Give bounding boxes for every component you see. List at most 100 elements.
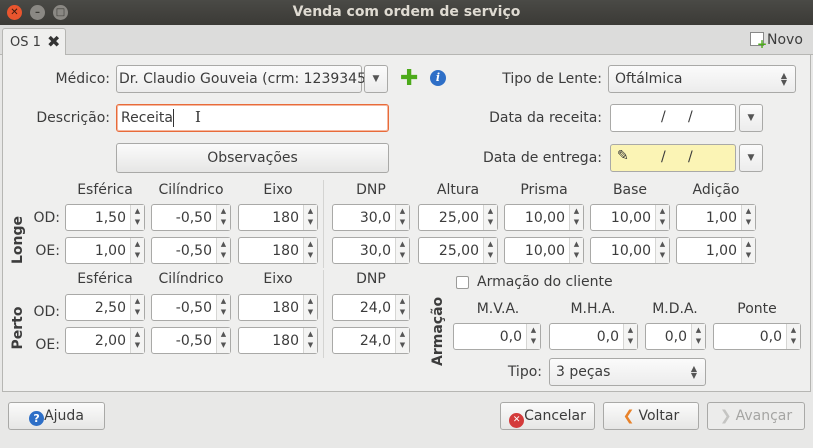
spinner-value: 180 — [272, 300, 299, 316]
spinner-arrows[interactable]: ▲ ▼ — [655, 205, 669, 230]
chevron-left-icon: ❮ — [622, 408, 635, 424]
avancar-label: Avançar — [735, 408, 793, 424]
spinner-arrows[interactable]: ▲ ▼ — [130, 295, 144, 320]
spinner-value: 1,00 — [94, 243, 126, 259]
longe-oe-base-spinner[interactable]: 10,00 ▲ ▼ — [590, 237, 670, 264]
longe-od-prisma-spinner[interactable]: 10,00 ▲ ▼ — [504, 204, 584, 231]
new-tab-button[interactable]: Novo — [750, 32, 803, 52]
window-title: Venda com ordem de serviço — [292, 4, 521, 20]
longe-oe-cilindrico-spinner[interactable]: -0,50 ▲ ▼ — [151, 237, 231, 264]
spinner-arrows[interactable]: ▲ ▼ — [303, 205, 317, 230]
spinner-arrows[interactable]: ▲ ▼ — [526, 324, 540, 349]
armacao-ponte-spinner[interactable]: 0,0 ▲ ▼ — [713, 323, 801, 350]
tipo-lente-value: Oftálmica — [615, 71, 683, 87]
spinner-arrows[interactable]: ▲ ▼ — [216, 238, 230, 263]
cancelar-button[interactable]: ✕ Cancelar — [500, 402, 595, 430]
spinner-arrows[interactable]: ▲ ▼ — [655, 238, 669, 263]
close-tab-icon[interactable]: ✖ — [47, 32, 60, 51]
spinner-arrows[interactable]: ▲ ▼ — [216, 205, 230, 230]
spinner-arrows[interactable]: ▲ ▼ — [786, 324, 800, 349]
longe-od-altura-spinner[interactable]: 25,00 ▲ ▼ — [418, 204, 498, 231]
tab-label: OS 1 — [10, 35, 41, 50]
data-entrega-dropdown-button[interactable]: ▼ — [739, 144, 763, 172]
info-icon[interactable]: i — [430, 70, 446, 86]
armacao-mha-spinner[interactable]: 0,0 ▲ ▼ — [549, 323, 638, 350]
ajuda-button[interactable]: ? Ajuda — [8, 402, 105, 430]
armacao-tipo-select[interactable]: 3 peças ▲ ▼ — [549, 358, 706, 386]
armacao-cliente-label: Armação do cliente — [477, 274, 613, 290]
armacao-cliente-checkbox[interactable] — [456, 276, 469, 289]
spinner-arrows[interactable]: ▲ ▼ — [130, 328, 144, 353]
perto-od-cilindrico-spinner[interactable]: -0,50 ▲ ▼ — [151, 294, 231, 321]
voltar-button[interactable]: ❮ Voltar — [603, 402, 699, 430]
spinner-arrows[interactable]: ▲ ▼ — [130, 238, 144, 263]
tab-os1[interactable]: OS 1 ✖ — [2, 28, 66, 56]
spinner-arrows[interactable]: ▲ ▼ — [691, 324, 705, 349]
tipo-lente-label: Tipo de Lente: — [502, 71, 602, 87]
spinner-arrows[interactable]: ▲ ▼ — [483, 238, 497, 263]
spinner-arrows[interactable]: ▲ ▼ — [741, 205, 755, 230]
longe-od-eixo-spinner[interactable]: 180 ▲ ▼ — [238, 204, 318, 231]
data-receita-input[interactable]: / / — [610, 104, 736, 132]
longe-od-cilindrico-spinner[interactable]: -0,50 ▲ ▼ — [151, 204, 231, 231]
ibeam-cursor-icon: I — [195, 108, 201, 126]
longe-oe-adicao-spinner[interactable]: 1,00 ▲ ▼ — [676, 237, 756, 264]
spinner-arrows[interactable]: ▲ ▼ — [303, 295, 317, 320]
descricao-input[interactable]: Receita I — [116, 104, 389, 132]
perto-od-esferica-spinner[interactable]: 2,50 ▲ ▼ — [65, 294, 145, 321]
spinner-arrows[interactable]: ▲ ▼ — [623, 324, 637, 349]
spinner-arrows[interactable]: ▲ ▼ — [395, 295, 409, 320]
spinner-arrows[interactable]: ▲ ▼ — [395, 205, 409, 230]
armacao-header-mha: M.H.A. — [570, 301, 616, 317]
perto-od-dnp-spinner[interactable]: 24,0 ▲ ▼ — [332, 294, 410, 321]
longe-oe-prisma-spinner[interactable]: 10,00 ▲ ▼ — [504, 237, 584, 264]
longe-od-dnp-spinner[interactable]: 30,0 ▲ ▼ — [332, 204, 410, 231]
longe-od-adicao-spinner[interactable]: 1,00 ▲ ▼ — [676, 204, 756, 231]
data-entrega-input[interactable]: ✎ / / — [610, 144, 736, 172]
spinner-arrows[interactable]: ▲ ▼ — [569, 205, 583, 230]
armacao-mda-spinner[interactable]: 0,0 ▲ ▼ — [645, 323, 706, 350]
spinner-value: 10,00 — [524, 210, 565, 226]
help-icon: ? — [29, 411, 45, 426]
vertical-separator — [323, 270, 324, 358]
spinner-arrows[interactable]: ▲ ▼ — [741, 238, 755, 263]
spinner-value: 0,0 — [499, 329, 522, 345]
observacoes-button[interactable]: Observações — [116, 143, 389, 173]
spinner-arrows[interactable]: ▲ ▼ — [216, 295, 230, 320]
perto-od-eixo-spinner[interactable]: 180 ▲ ▼ — [238, 294, 318, 321]
spinner-arrows[interactable]: ▲ ▼ — [216, 328, 230, 353]
new-tab-label: Novo — [767, 32, 803, 48]
longe-oe-label: OE: — [35, 243, 60, 259]
spinner-arrows[interactable]: ▲ ▼ — [130, 205, 144, 230]
armacao-mva-spinner[interactable]: 0,0 ▲ ▼ — [453, 323, 541, 350]
perto-oe-eixo-spinner[interactable]: 180 ▲ ▼ — [238, 327, 318, 354]
data-receita-dropdown-button[interactable]: ▼ — [739, 104, 763, 132]
longe-header-base: Base — [612, 182, 648, 198]
avancar-button[interactable]: ❯ Avançar — [707, 402, 805, 430]
add-medico-plus-icon[interactable]: ✚ — [400, 68, 418, 90]
spinner-value: 25,00 — [438, 210, 479, 226]
vertical-separator — [323, 180, 324, 268]
spinner-arrows[interactable]: ▲ ▼ — [395, 238, 409, 263]
spinner-arrows[interactable]: ▲ ▼ — [395, 328, 409, 353]
longe-od-base-spinner[interactable]: 10,00 ▲ ▼ — [590, 204, 670, 231]
longe-oe-altura-spinner[interactable]: 25,00 ▲ ▼ — [418, 237, 498, 264]
spinner-value: -0,50 — [175, 243, 212, 259]
perto-oe-esferica-spinner[interactable]: 2,00 ▲ ▼ — [65, 327, 145, 354]
spinner-arrows[interactable]: ▲ ▼ — [303, 328, 317, 353]
chevron-down-icon: ▼ — [372, 74, 380, 84]
tipo-lente-select[interactable]: Oftálmica ▲ ▼ — [608, 65, 796, 93]
spinner-arrows[interactable]: ▲ ▼ — [483, 205, 497, 230]
longe-oe-esferica-spinner[interactable]: 1,00 ▲ ▼ — [65, 237, 145, 264]
spinner-value: 30,0 — [359, 243, 391, 259]
spinner-arrows[interactable]: ▲ ▼ — [569, 238, 583, 263]
medico-combo[interactable]: Dr. Claudio Gouveia (crm: 1239345) — [116, 65, 371, 93]
longe-oe-dnp-spinner[interactable]: 30,0 ▲ ▼ — [332, 237, 410, 264]
spinner-value: 180 — [272, 210, 299, 226]
perto-oe-dnp-spinner[interactable]: 24,0 ▲ ▼ — [332, 327, 410, 354]
medico-dropdown-button[interactable]: ▼ — [364, 65, 388, 93]
spinner-arrows[interactable]: ▲ ▼ — [303, 238, 317, 263]
perto-oe-cilindrico-spinner[interactable]: -0,50 ▲ ▼ — [151, 327, 231, 354]
longe-od-esferica-spinner[interactable]: 1,50 ▲ ▼ — [65, 204, 145, 231]
longe-oe-eixo-spinner[interactable]: 180 ▲ ▼ — [238, 237, 318, 264]
